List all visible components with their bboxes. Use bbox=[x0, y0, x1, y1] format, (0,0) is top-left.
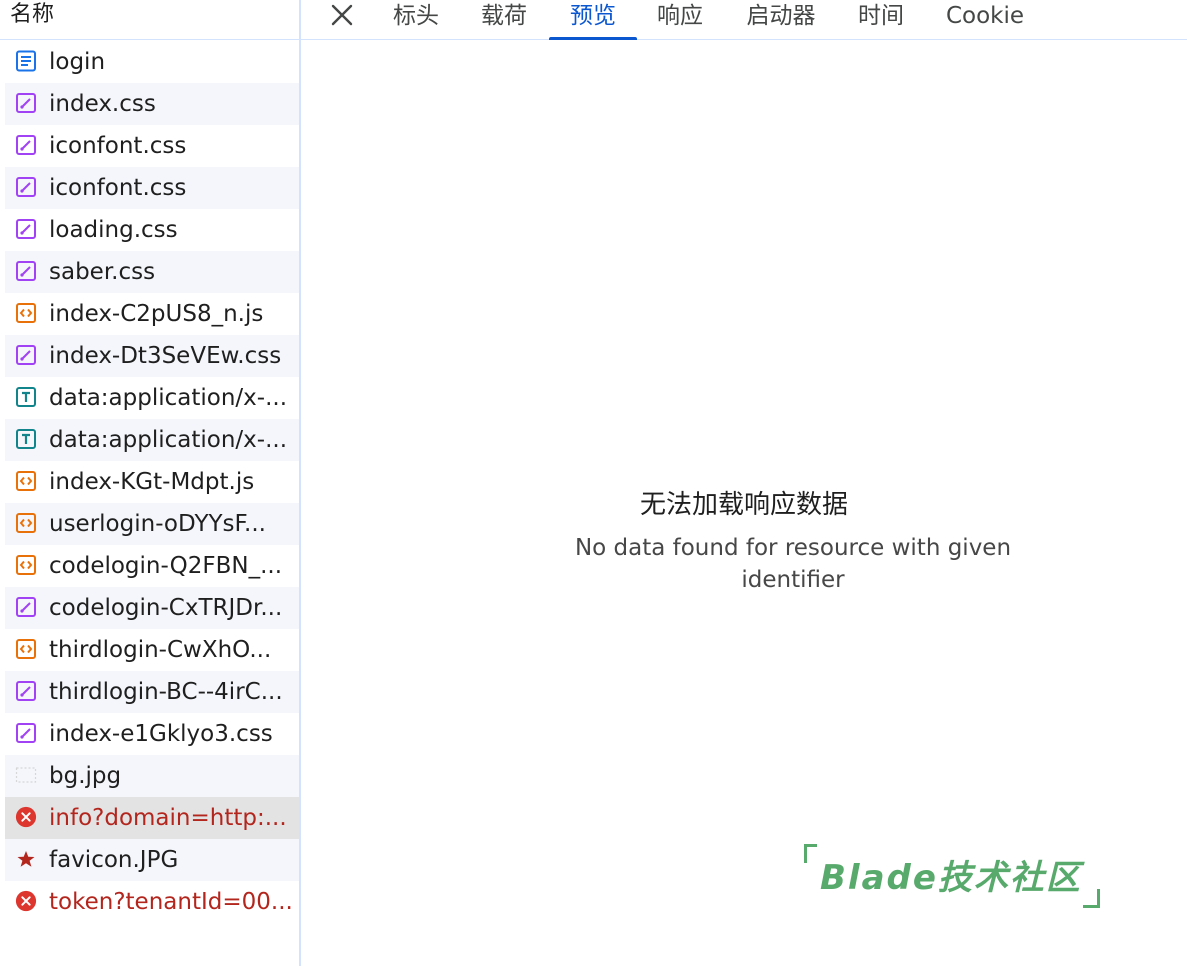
request-row[interactable]: loading.css bbox=[5, 209, 299, 251]
request-name: bg.jpg bbox=[49, 763, 122, 789]
script-icon bbox=[15, 638, 37, 660]
request-row[interactable]: saber.css bbox=[5, 251, 299, 293]
tab-label: 响应 bbox=[657, 3, 703, 29]
request-row[interactable]: iconfont.css bbox=[5, 125, 299, 167]
error-icon bbox=[15, 890, 37, 912]
watermark-text: Blade技术社区 bbox=[820, 858, 1082, 898]
stylesheet-icon bbox=[15, 176, 37, 198]
document-icon bbox=[15, 50, 37, 72]
stylesheet-icon bbox=[15, 596, 37, 618]
stylesheet-icon bbox=[15, 722, 37, 744]
close-icon[interactable] bbox=[329, 2, 355, 28]
tab-response[interactable]: 响应 bbox=[655, 0, 705, 40]
stylesheet-icon bbox=[15, 680, 37, 702]
request-name: index.css bbox=[49, 91, 156, 117]
stylesheet-icon bbox=[15, 260, 37, 282]
detail-tab-bar: 标头 载荷 预览 响应 启动器 时间 Cookie bbox=[301, 0, 1187, 40]
tab-initiator[interactable]: 启动器 bbox=[743, 0, 819, 40]
request-row[interactable]: thirdlogin-CwXhO... bbox=[5, 629, 299, 671]
request-row[interactable]: favicon.JPG bbox=[5, 839, 299, 881]
request-name: loading.css bbox=[49, 217, 178, 243]
error-icon bbox=[15, 806, 37, 828]
request-name: codelogin-CxTRJDr... bbox=[49, 595, 283, 621]
stylesheet-icon bbox=[15, 344, 37, 366]
watermark-bracket-icon bbox=[1083, 889, 1100, 908]
tab-preview[interactable]: 预览 bbox=[549, 0, 637, 40]
request-row[interactable]: codelogin-Q2FBN_... bbox=[5, 545, 299, 587]
request-list-panel: 名称 login index.css iconfont.css iconfont.cs… bbox=[0, 0, 301, 966]
request-name: index-KGt-Mdpt.js bbox=[49, 469, 255, 495]
tab-headers[interactable]: 标头 bbox=[391, 0, 441, 40]
empty-state-title: 无法加载响应数据 bbox=[639, 490, 848, 520]
script-icon bbox=[15, 302, 37, 324]
script-icon bbox=[15, 470, 37, 492]
request-row[interactable]: codelogin-CxTRJDr... bbox=[5, 587, 299, 629]
request-name: index-C2pUS8_n.js bbox=[49, 301, 264, 327]
stylesheet-icon bbox=[15, 134, 37, 156]
request-row[interactable]: token?tenantId=00... bbox=[5, 881, 299, 923]
script-icon bbox=[15, 554, 37, 576]
request-name: data:application/x-... bbox=[49, 427, 288, 453]
watermark: Blade技术社区 bbox=[798, 840, 1104, 910]
request-list: login index.css iconfont.css iconfont.css lo… bbox=[5, 41, 299, 923]
request-row[interactable]: bg.jpg bbox=[5, 755, 299, 797]
request-row[interactable]: index-KGt-Mdpt.js bbox=[5, 461, 299, 503]
request-row[interactable]: index-e1Gklyo3.css bbox=[5, 713, 299, 755]
tab-label: 时间 bbox=[858, 3, 904, 29]
tab-label: 启动器 bbox=[746, 3, 816, 29]
request-name: thirdlogin-CwXhO... bbox=[49, 637, 272, 663]
watermark-bracket-icon bbox=[804, 844, 817, 863]
script-icon bbox=[15, 512, 37, 534]
tab-payload[interactable]: 载荷 bbox=[479, 0, 529, 40]
request-name: data:application/x-... bbox=[49, 385, 288, 411]
favicon-icon bbox=[15, 848, 37, 870]
font-icon bbox=[15, 386, 37, 408]
request-name: thirdlogin-BC--4irC... bbox=[49, 679, 283, 705]
request-row[interactable]: login bbox=[5, 41, 299, 83]
name-column-header[interactable]: 名称 bbox=[0, 0, 299, 40]
tab-timing[interactable]: 时间 bbox=[855, 0, 907, 40]
tab-label: 载荷 bbox=[481, 3, 527, 29]
request-row[interactable]: thirdlogin-BC--4irC... bbox=[5, 671, 299, 713]
request-name: token?tenantId=00... bbox=[49, 889, 293, 915]
name-column-label: 名称 bbox=[10, 2, 55, 27]
request-name: favicon.JPG bbox=[49, 847, 179, 873]
request-row[interactable]: userlogin-oDYYsF... bbox=[5, 503, 299, 545]
stylesheet-icon bbox=[15, 218, 37, 240]
request-row[interactable]: info?domain=http:... bbox=[5, 797, 299, 839]
request-name: iconfont.css bbox=[49, 175, 187, 201]
request-name: index-Dt3SeVEw.css bbox=[49, 343, 282, 369]
tab-cookies[interactable]: Cookie bbox=[943, 0, 1027, 40]
request-name: info?domain=http:... bbox=[49, 805, 287, 831]
request-name: iconfont.css bbox=[49, 133, 187, 159]
tab-label: 预览 bbox=[570, 3, 616, 29]
request-row[interactable]: data:application/x-... bbox=[5, 377, 299, 419]
request-row[interactable]: iconfont.css bbox=[5, 167, 299, 209]
stylesheet-icon bbox=[15, 92, 37, 114]
tab-label: Cookie bbox=[945, 3, 1025, 29]
request-row[interactable]: index-Dt3SeVEw.css bbox=[5, 335, 299, 377]
request-row[interactable]: index-C2pUS8_n.js bbox=[5, 293, 299, 335]
request-name: index-e1Gklyo3.css bbox=[49, 721, 273, 747]
request-name: userlogin-oDYYsF... bbox=[49, 511, 266, 537]
request-name: login bbox=[49, 49, 106, 75]
empty-state-message: No data found for resource with given id… bbox=[574, 535, 1012, 593]
image-icon bbox=[15, 764, 37, 786]
request-name: codelogin-Q2FBN_... bbox=[49, 553, 283, 579]
request-name: saber.css bbox=[49, 259, 156, 285]
request-row[interactable]: data:application/x-... bbox=[5, 419, 299, 461]
font-icon bbox=[15, 428, 37, 450]
tab-label: 标头 bbox=[393, 3, 439, 29]
request-row[interactable]: index.css bbox=[5, 83, 299, 125]
